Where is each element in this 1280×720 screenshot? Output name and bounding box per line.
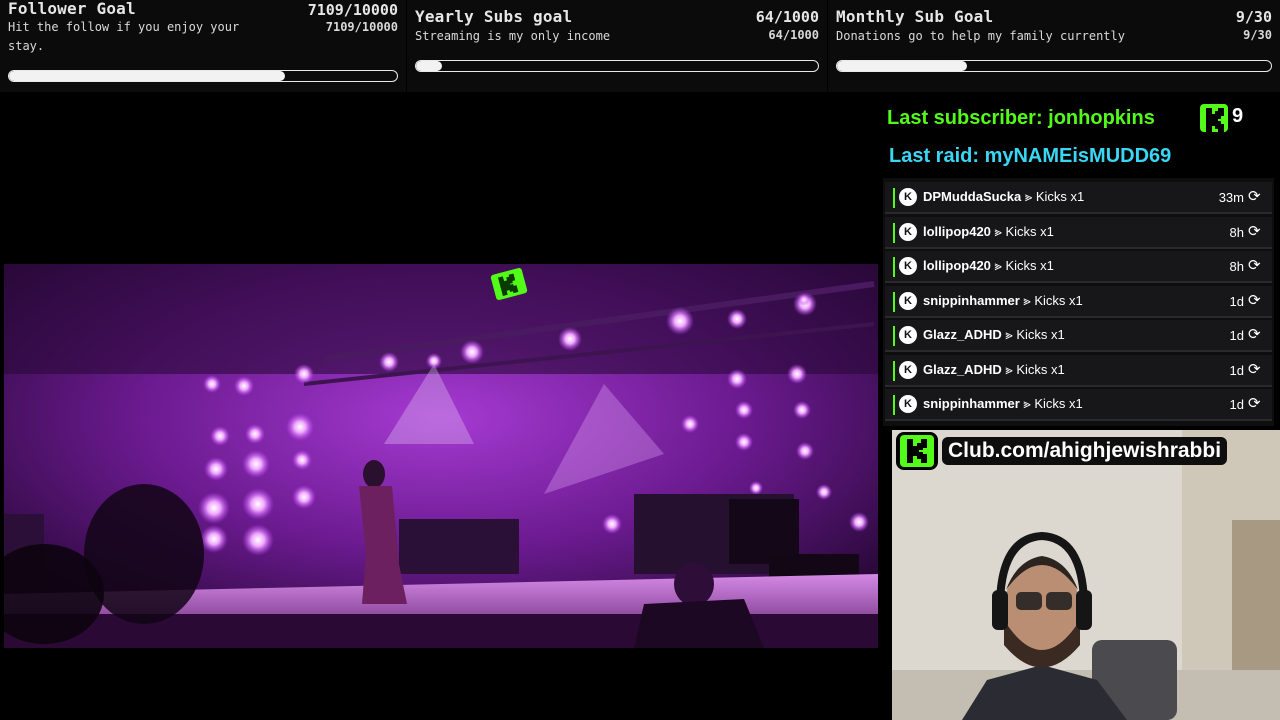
goal-subtitle: Hit the follow if you enjoy your stay.: [8, 20, 240, 53]
goal-progress-bar: [836, 60, 1272, 72]
event-accent-bar: [893, 291, 895, 312]
kick-coin-icon: K: [899, 395, 917, 413]
replay-icon[interactable]: ⟳: [1248, 257, 1264, 273]
monthly-sub-goal-widget: Monthly Sub Goal 9/30 Donations go to he…: [828, 0, 1280, 92]
goal-title: Follower Goal: [8, 0, 136, 18]
goal-count: 7109/10000: [307, 1, 398, 19]
event-text: lollipop420 ⪢ Kicks x1: [923, 258, 1054, 274]
event-user: Glazz_ADHD: [923, 327, 1002, 342]
event-user: Glazz_ADHD: [923, 361, 1002, 377]
club-link-banner[interactable]: Club.com/ahighjewishrabbi: [942, 437, 1228, 465]
goal-progress-bar: [415, 60, 819, 72]
concert-video-image: [4, 264, 878, 648]
event-accent-bar: [893, 395, 895, 415]
event-text: Glazz_ADHD ⪢ Kicks x1: [923, 362, 1065, 378]
event-row: K Glazz_ADHD ⪢ Kicks x1 1d ⟳: [885, 354, 1272, 387]
kick-coin-icon: K: [899, 291, 917, 310]
event-row: Klollipop420 ⪢ Kicks x1 8h ⟳: [885, 216, 1272, 249]
goal-progress-fill: [416, 61, 442, 71]
event-action: ⪢ Kicks x1: [994, 258, 1054, 273]
kick-coin-icon: K: [899, 188, 917, 206]
event-user: snippinhammer: [923, 396, 1020, 411]
event-action: ⪢ Kicks x1: [1023, 396, 1083, 411]
goal-progress-fill: [837, 61, 968, 71]
kick-coin-icon: K: [899, 360, 917, 379]
kick-coin-icon: K: [899, 326, 917, 344]
event-accent-bar: [893, 257, 895, 277]
last-subscriber-label: Last subscriber: jonhopkins: [887, 107, 1155, 129]
event-user: lollipop420: [923, 223, 991, 239]
subscriber-count: 9: [1232, 105, 1244, 127]
event-time: 1d: [1229, 328, 1244, 343]
event-user: snippinhammer: [923, 292, 1020, 308]
event-row: Klollipop420 ⪢ Kicks x1 8h ⟳: [885, 251, 1272, 283]
replay-icon[interactable]: ⟳: [1248, 223, 1264, 239]
goal-subcount: 9/30: [1243, 28, 1272, 42]
event-user: lollipop420: [923, 258, 991, 273]
replay-icon[interactable]: ⟳: [1248, 361, 1264, 377]
goal-count: 9/30: [1235, 8, 1272, 26]
goal-progress-fill: [9, 71, 285, 81]
replay-icon[interactable]: ⟳: [1248, 292, 1264, 308]
event-action: ⪢ Kicks x1: [994, 223, 1054, 239]
event-row: Ksnippinhammer ⪢ Kicks x1 1d ⟳: [885, 285, 1272, 318]
event-time: 8h: [1229, 259, 1244, 274]
goal-subtitle: Donations go to help my family currently: [836, 29, 1125, 43]
event-row: Ksnippinhammer ⪢ Kicks x1 1d ⟳: [885, 389, 1272, 421]
goal-title: Yearly Subs goal: [415, 7, 573, 26]
event-row: K DPMuddaSucka ⪢ Kicks x1 33m ⟳: [885, 182, 1272, 214]
event-accent-bar: [893, 222, 895, 243]
event-time: 1d: [1229, 362, 1244, 378]
replay-icon[interactable]: ⟳: [1248, 395, 1264, 411]
event-text: snippinhammer ⪢ Kicks x1: [923, 293, 1083, 309]
replay-icon[interactable]: ⟳: [1248, 188, 1264, 204]
event-text: snippinhammer ⪢ Kicks x1: [923, 396, 1083, 412]
goal-progress-bar: [8, 70, 398, 82]
kick-logo-icon: [1200, 104, 1228, 132]
kick-coin-icon: K: [899, 222, 917, 241]
event-time: 1d: [1229, 293, 1244, 309]
event-accent-bar: [893, 360, 895, 381]
event-action: ⪢ Kicks x1: [1023, 292, 1083, 308]
event-user: DPMuddaSucka: [923, 189, 1022, 204]
goal-count: 64/1000: [755, 8, 819, 26]
kicks-event-list: K DPMuddaSucka ⪢ Kicks x1 33m ⟳ Klollipop420…: [883, 178, 1274, 426]
event-time: 1d: [1229, 397, 1244, 412]
event-text: DPMuddaSucka ⪢ Kicks x1: [923, 189, 1084, 205]
event-time: 8h: [1229, 224, 1244, 240]
goal-subcount: 7109/10000: [325, 20, 398, 34]
event-action: ⪢ Kicks x1: [1005, 361, 1065, 377]
follower-goal-widget: Follower Goal 7109/10000 Hit the follow …: [0, 0, 406, 92]
event-text: Glazz_ADHD ⪢ Kicks x1: [923, 327, 1065, 343]
goal-title: Monthly Sub Goal: [836, 7, 994, 26]
yearly-subs-goal-widget: Yearly Subs goal 64/1000 Streaming is my…: [407, 0, 827, 92]
event-text: lollipop420 ⪢ Kicks x1: [923, 224, 1054, 240]
event-accent-bar: [893, 326, 895, 346]
kick-coin-icon: K: [899, 257, 917, 275]
goal-subcount: 64/1000: [768, 28, 819, 42]
replay-icon[interactable]: ⟳: [1248, 326, 1264, 342]
event-action: ⪢ Kicks x1: [1005, 327, 1065, 342]
event-action: ⪢ Kicks x1: [1024, 189, 1085, 204]
goal-subtitle: Streaming is my only income: [415, 29, 611, 43]
webcam-feed: [892, 430, 1280, 720]
kick-logo-icon: [896, 432, 938, 470]
kick-logo-icon: [489, 267, 529, 304]
last-raid-label: Last raid: myNAMEisMUDD69: [889, 145, 1172, 167]
event-time: 33m: [1218, 190, 1244, 205]
event-accent-bar: [893, 188, 895, 208]
event-row: K Glazz_ADHD ⪢ Kicks x1 1d ⟳: [885, 320, 1272, 352]
